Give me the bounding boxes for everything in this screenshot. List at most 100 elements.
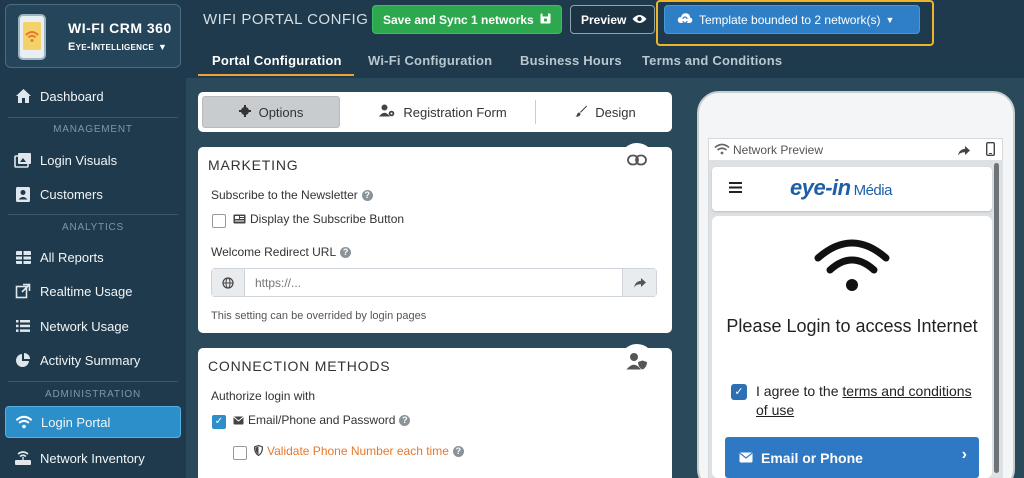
brand-title: WI-FI CRM 360: [68, 20, 172, 36]
sidebar-item-label: Login Visuals: [40, 152, 118, 168]
logo-sub-text: Média: [853, 182, 893, 199]
sidebar-item-label: Customers: [40, 186, 103, 202]
connection-heading: CONNECTION METHODS: [208, 358, 391, 374]
sidebar-item-login-visuals[interactable]: Login Visuals: [0, 144, 186, 176]
images-icon: [14, 151, 32, 169]
globe-icon: [212, 269, 245, 296]
eye-in-media-logo: eye-in Média: [790, 175, 892, 201]
segment-options-label: Options: [258, 104, 304, 120]
sidebar-item-realtime-usage[interactable]: Realtime Usage: [0, 275, 186, 307]
segment-design-label: Design: [595, 104, 636, 120]
help-icon[interactable]: ?: [452, 446, 464, 457]
newsletter-label-text: Subscribe to the Newsletter: [211, 188, 358, 202]
list-icon: [14, 317, 32, 335]
save-and-sync-label: Save and Sync 1 networks: [383, 12, 534, 27]
sidebar-item-network-inventory[interactable]: Network Inventory: [0, 442, 186, 474]
envelope-icon: [233, 414, 244, 428]
cloud-sync-icon: [677, 12, 693, 27]
template-dropdown-button[interactable]: Template bounded to 2 network(s) ▼: [664, 5, 920, 34]
save-icon: [540, 13, 551, 27]
sidebar-item-label: All Reports: [40, 249, 104, 265]
user-shield-icon: [620, 344, 654, 378]
tab-wifi-configuration[interactable]: Wi-Fi Configuration: [368, 53, 492, 68]
tab-terms-and-conditions[interactable]: Terms and Conditions: [642, 53, 782, 68]
authorize-label: Authorize login with: [211, 389, 316, 403]
agree-terms-label: I agree to the terms and conditions of u…: [756, 382, 976, 420]
preview-label: Preview: [581, 12, 627, 27]
brand-subtitle: Eye-Intelligence ▼: [68, 41, 167, 53]
wifi-icon: [714, 143, 730, 158]
user-cog-icon: [379, 104, 395, 120]
validate-phone-label: Validate Phone Number each time?: [253, 444, 464, 459]
email-phone-checkbox[interactable]: ✓: [212, 415, 226, 429]
caret-down-icon: ▼: [157, 42, 168, 52]
shield-icon: [253, 444, 264, 459]
caret-down-icon: ▼: [885, 14, 895, 25]
tab-business-hours[interactable]: Business Hours: [520, 53, 622, 68]
sidebar-item-all-reports[interactable]: All Reports: [0, 241, 186, 273]
template-label: Template bounded to 2 network(s): [699, 12, 881, 27]
marketing-card: MARKETING Subscribe to the Newsletter? D…: [198, 143, 672, 333]
wifi-large-icon: [814, 238, 890, 294]
share-icon[interactable]: [622, 269, 656, 296]
sidebar-item-dashboard[interactable]: Dashboard: [0, 80, 186, 112]
segment-design[interactable]: Design: [543, 96, 668, 128]
segment-registration-label: Registration Form: [403, 104, 507, 120]
redirect-url-label-text: Welcome Redirect URL: [211, 245, 337, 259]
section-analytics: ANALYTICS: [61, 222, 125, 233]
preview-navbar: eye-in Média: [712, 167, 992, 211]
sidebar-item-activity-summary[interactable]: Activity Summary: [0, 344, 186, 376]
subscribe-button-checkbox[interactable]: [212, 214, 226, 228]
hamburger-menu-icon[interactable]: [729, 180, 742, 198]
preview-login-card: Please Login to access Internet ✓ I agre…: [712, 216, 992, 478]
sidebar-item-network-usage[interactable]: Network Usage: [0, 310, 186, 342]
divider: [8, 214, 178, 215]
page-title: WIFI PORTAL CONFIG: [203, 11, 369, 28]
sidebar-item-label: Login Portal: [41, 414, 111, 430]
mobile-icon[interactable]: [985, 141, 995, 159]
section-administration: ADMINISTRATION: [44, 389, 141, 400]
chevron-right-icon: ›: [961, 446, 967, 463]
email-phone-label: Email/Phone and Password?: [233, 413, 411, 428]
network-preview-bar: Network Preview: [708, 138, 1003, 160]
segment-registration-form[interactable]: Registration Form: [348, 96, 538, 128]
validate-phone-checkbox[interactable]: [233, 446, 247, 460]
save-and-sync-button[interactable]: Save and Sync 1 networks: [372, 5, 562, 34]
pie-chart-icon: [14, 351, 32, 369]
wifi-icon: [15, 413, 33, 431]
logo-main-text: eye-in: [790, 175, 851, 200]
tab-portal-configuration[interactable]: Portal Configuration: [212, 53, 342, 68]
external-link-icon: [14, 282, 32, 300]
redirect-url-input[interactable]: [245, 269, 622, 296]
segment-options[interactable]: Options: [202, 96, 340, 128]
subscribe-button-label: Display the Subscribe Button: [233, 212, 404, 227]
preview-button[interactable]: Preview: [570, 5, 655, 34]
preview-scrollbar[interactable]: [994, 163, 999, 473]
paint-brush-icon: [575, 105, 588, 120]
sidebar-item-label: Activity Summary: [40, 352, 141, 368]
marketing-heading: MARKETING: [208, 157, 299, 173]
email-or-phone-button[interactable]: Email or Phone ›: [725, 437, 979, 478]
network-preview-title: Network Preview: [733, 143, 824, 157]
section-management: MANAGEMENT: [53, 124, 133, 135]
help-icon[interactable]: ?: [399, 415, 411, 426]
redirect-hint: This setting can be overrided by login p…: [211, 310, 427, 322]
help-icon[interactable]: ?: [340, 247, 352, 258]
email-or-phone-label: Email or Phone: [761, 449, 863, 466]
sidebar-item-label: Network Inventory: [40, 450, 145, 466]
address-card-icon: [14, 185, 32, 203]
connection-methods-card: CONNECTION METHODS Authorize login with …: [198, 344, 672, 478]
link-icon: [620, 143, 654, 177]
newsletter-label: Subscribe to the Newsletter?: [211, 188, 373, 202]
sidebar-item-label: Dashboard: [40, 88, 104, 104]
brand-subtitle-text: Eye-Intelligence: [68, 41, 154, 53]
brand-switcher[interactable]: WI-FI CRM 360 Eye-Intelligence ▼: [5, 4, 181, 68]
share-icon[interactable]: [958, 144, 970, 159]
router-icon: [14, 449, 32, 467]
phone-wifi-logo-icon: [18, 14, 46, 60]
sidebar-item-customers[interactable]: Customers: [0, 178, 186, 210]
agree-terms-checkbox[interactable]: ✓: [731, 384, 747, 400]
divider: [8, 381, 178, 382]
help-icon[interactable]: ?: [361, 190, 373, 201]
sidebar-item-login-portal[interactable]: Login Portal: [5, 406, 181, 438]
